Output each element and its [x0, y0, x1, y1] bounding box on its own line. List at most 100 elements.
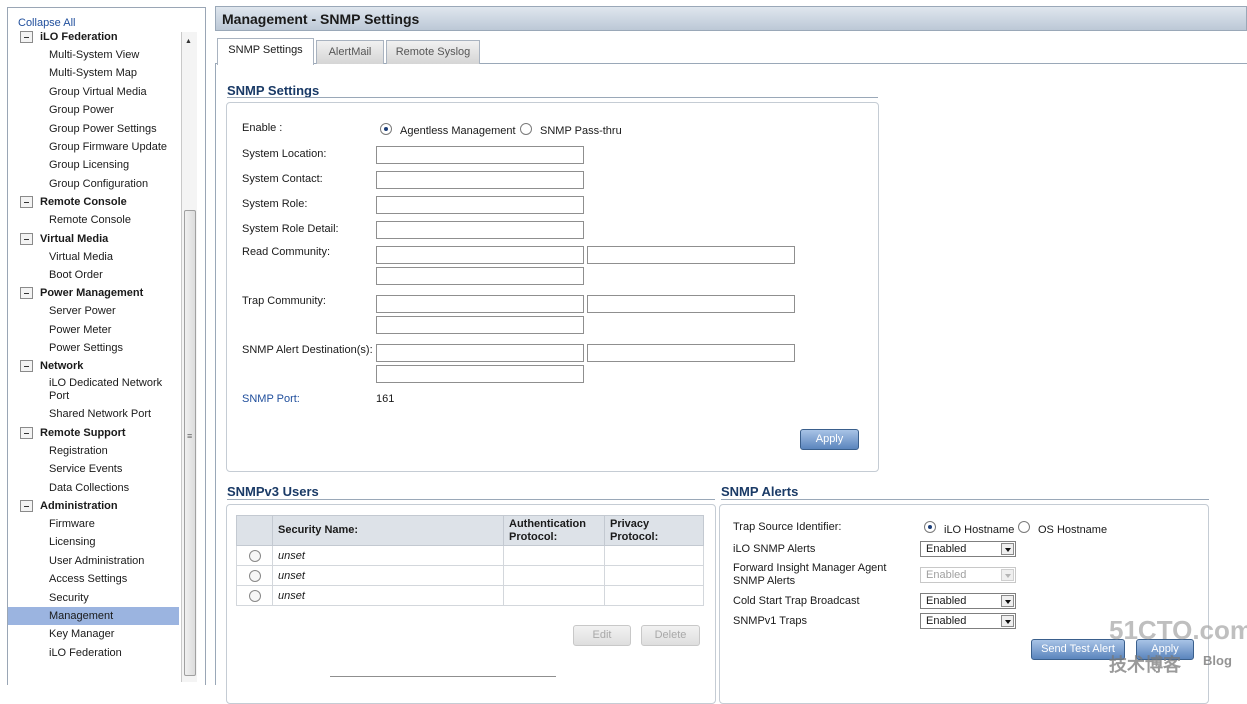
scrollbar-thumb[interactable]: ≡: [184, 210, 196, 676]
row-select-radio[interactable]: [248, 589, 261, 602]
collapse-toggle-icon[interactable]: [20, 500, 33, 513]
heading-divider: [227, 499, 715, 500]
sidebar-section-remote-support[interactable]: Remote Support: [8, 424, 180, 442]
collapse-toggle-icon[interactable]: [20, 232, 33, 245]
sidebar-item-group-configuration[interactable]: Group Configuration: [8, 175, 180, 193]
enable-label: Enable :: [242, 122, 283, 134]
trap-community-input-2[interactable]: [587, 295, 795, 313]
forward-insight-select[interactable]: Enabled: [920, 567, 1016, 583]
nav-tree: iLO Federation Multi-System View Multi-Sys…: [8, 29, 180, 685]
sidebar-item-group-licensing[interactable]: Group Licensing: [8, 156, 180, 174]
tab-snmp-settings[interactable]: SNMP Settings: [217, 38, 314, 65]
snmp-pass-thru-radio[interactable]: [520, 123, 532, 135]
sidebar-section-power-management[interactable]: Power Management: [8, 284, 180, 302]
system-location-input[interactable]: [376, 146, 584, 164]
row-select-cell: [236, 565, 273, 586]
sidebar-item-group-firmware-update[interactable]: Group Firmware Update: [8, 138, 180, 156]
sidebar-item-management[interactable]: Management: [8, 606, 179, 626]
cold-start-select[interactable]: Enabled: [920, 593, 1016, 609]
select-value: Enabled: [926, 569, 967, 581]
watermark-blog: Blog: [1203, 653, 1232, 668]
sidebar-item-group-power-settings[interactable]: Group Power Settings: [8, 120, 180, 138]
read-community-input-3[interactable]: [376, 267, 584, 285]
scroll-up-icon[interactable]: ▲: [185, 38, 192, 45]
collapse-all-link[interactable]: Collapse All: [18, 17, 75, 29]
ilo-hostname-label: iLO Hostname: [944, 524, 1015, 536]
sidebar-section-network[interactable]: Network: [8, 357, 180, 375]
row-select-radio[interactable]: [248, 569, 261, 582]
tab-bar: SNMP Settings AlertMail Remote Syslog: [215, 38, 1247, 65]
sidebar-item-firmware[interactable]: Firmware: [8, 515, 180, 533]
system-role-detail-input[interactable]: [376, 221, 584, 239]
os-hostname-radio[interactable]: [1018, 521, 1030, 533]
sidebar-item-shared-network-port[interactable]: Shared Network Port: [8, 405, 180, 423]
chevron-down-icon: [1001, 543, 1014, 555]
sidebar-item-power-meter[interactable]: Power Meter: [8, 321, 180, 339]
sidebar-item-virtual-media[interactable]: Virtual Media: [8, 248, 180, 266]
collapse-toggle-icon[interactable]: [20, 287, 33, 300]
alert-destination-input-3[interactable]: [376, 365, 584, 383]
security-name-cell: unset: [272, 565, 504, 586]
sidebar-section-remote-console[interactable]: Remote Console: [8, 193, 180, 211]
tab-alertmail[interactable]: AlertMail: [316, 40, 384, 64]
table-row[interactable]: unset: [236, 545, 704, 566]
sidebar-item-security[interactable]: Security: [8, 589, 180, 607]
sidebar-section-virtual-media[interactable]: Virtual Media: [8, 230, 180, 248]
collapse-toggle-icon[interactable]: [20, 360, 33, 373]
trap-community-input-3[interactable]: [376, 316, 584, 334]
sidebar-item-ilo-federation[interactable]: iLO Federation: [8, 644, 180, 662]
sidebar-item-group-virtual-media[interactable]: Group Virtual Media: [8, 83, 180, 101]
sidebar-item-licensing[interactable]: Licensing: [8, 533, 180, 551]
sidebar-item-registration[interactable]: Registration: [8, 442, 180, 460]
sidebar-section-ilo-federation[interactable]: iLO Federation: [8, 29, 180, 46]
sidebar-item-key-manager[interactable]: Key Manager: [8, 625, 180, 643]
ilo-snmp-alerts-select[interactable]: Enabled: [920, 541, 1016, 557]
agentless-management-radio[interactable]: [380, 123, 392, 135]
snmpv1-traps-label: SNMPv1 Traps: [733, 615, 807, 627]
sidebar-item-data-collections[interactable]: Data Collections: [8, 479, 180, 497]
read-community-input-2[interactable]: [587, 246, 795, 264]
alert-destination-input-2[interactable]: [587, 344, 795, 362]
main-content: SNMP Settings Enable : Agentless Managem…: [215, 64, 1247, 704]
table-row[interactable]: unset: [236, 585, 704, 606]
sidebar-item-boot-order[interactable]: Boot Order: [8, 266, 180, 284]
auth-protocol-cell: [503, 545, 605, 566]
collapse-toggle-icon[interactable]: [20, 426, 33, 439]
read-community-input-1[interactable]: [376, 246, 584, 264]
edit-button[interactable]: Edit: [573, 625, 631, 646]
sidebar-scrollbar[interactable]: ▲ ≡: [181, 32, 197, 682]
snmp-port-label: SNMP Port:: [242, 393, 300, 405]
snmpv1-traps-select[interactable]: Enabled: [920, 613, 1016, 629]
table-header-row: Security Name: Authentication Protocol: …: [236, 515, 704, 546]
sidebar-item-ilo-dedicated-network-port[interactable]: iLO Dedicated Network Port: [8, 375, 180, 405]
row-select-radio[interactable]: [248, 549, 261, 562]
security-name-cell: unset: [272, 585, 504, 606]
system-role-input[interactable]: [376, 196, 584, 214]
sidebar-item-remote-console[interactable]: Remote Console: [8, 211, 180, 229]
trap-community-input-1[interactable]: [376, 295, 584, 313]
privacy-protocol-cell: [604, 585, 704, 606]
sidebar-item-access-settings[interactable]: Access Settings: [8, 570, 180, 588]
sidebar-item-multi-system-map[interactable]: Multi-System Map: [8, 64, 180, 82]
sidebar-section-administration[interactable]: Administration: [8, 497, 180, 515]
ilo-hostname-radio[interactable]: [924, 521, 936, 533]
forward-insight-label: Forward Insight Manager Agent SNMP Alert…: [733, 562, 887, 587]
trap-source-label: Trap Source Identifier:: [733, 521, 842, 533]
system-contact-input[interactable]: [376, 171, 584, 189]
apply-button[interactable]: Apply: [800, 429, 859, 450]
sidebar-item-power-settings[interactable]: Power Settings: [8, 339, 180, 357]
sidebar-item-group-power[interactable]: Group Power: [8, 101, 180, 119]
tab-remote-syslog[interactable]: Remote Syslog: [386, 40, 480, 64]
sidebar-item-multi-system-view[interactable]: Multi-System View: [8, 46, 180, 64]
alert-destination-input-1[interactable]: [376, 344, 584, 362]
snmp-port-value: 161: [376, 393, 395, 405]
collapse-toggle-icon[interactable]: [20, 196, 33, 209]
delete-button[interactable]: Delete: [641, 625, 700, 646]
sidebar-item-server-power[interactable]: Server Power: [8, 302, 180, 320]
sidebar: Collapse All iLO Federation Multi-System …: [7, 7, 206, 685]
sidebar-item-user-administration[interactable]: User Administration: [8, 552, 180, 570]
sidebar-item-service-events[interactable]: Service Events: [8, 460, 180, 478]
auth-protocol-cell: [503, 585, 605, 606]
table-row[interactable]: unset: [236, 565, 704, 586]
collapse-toggle-icon[interactable]: [20, 31, 33, 43]
